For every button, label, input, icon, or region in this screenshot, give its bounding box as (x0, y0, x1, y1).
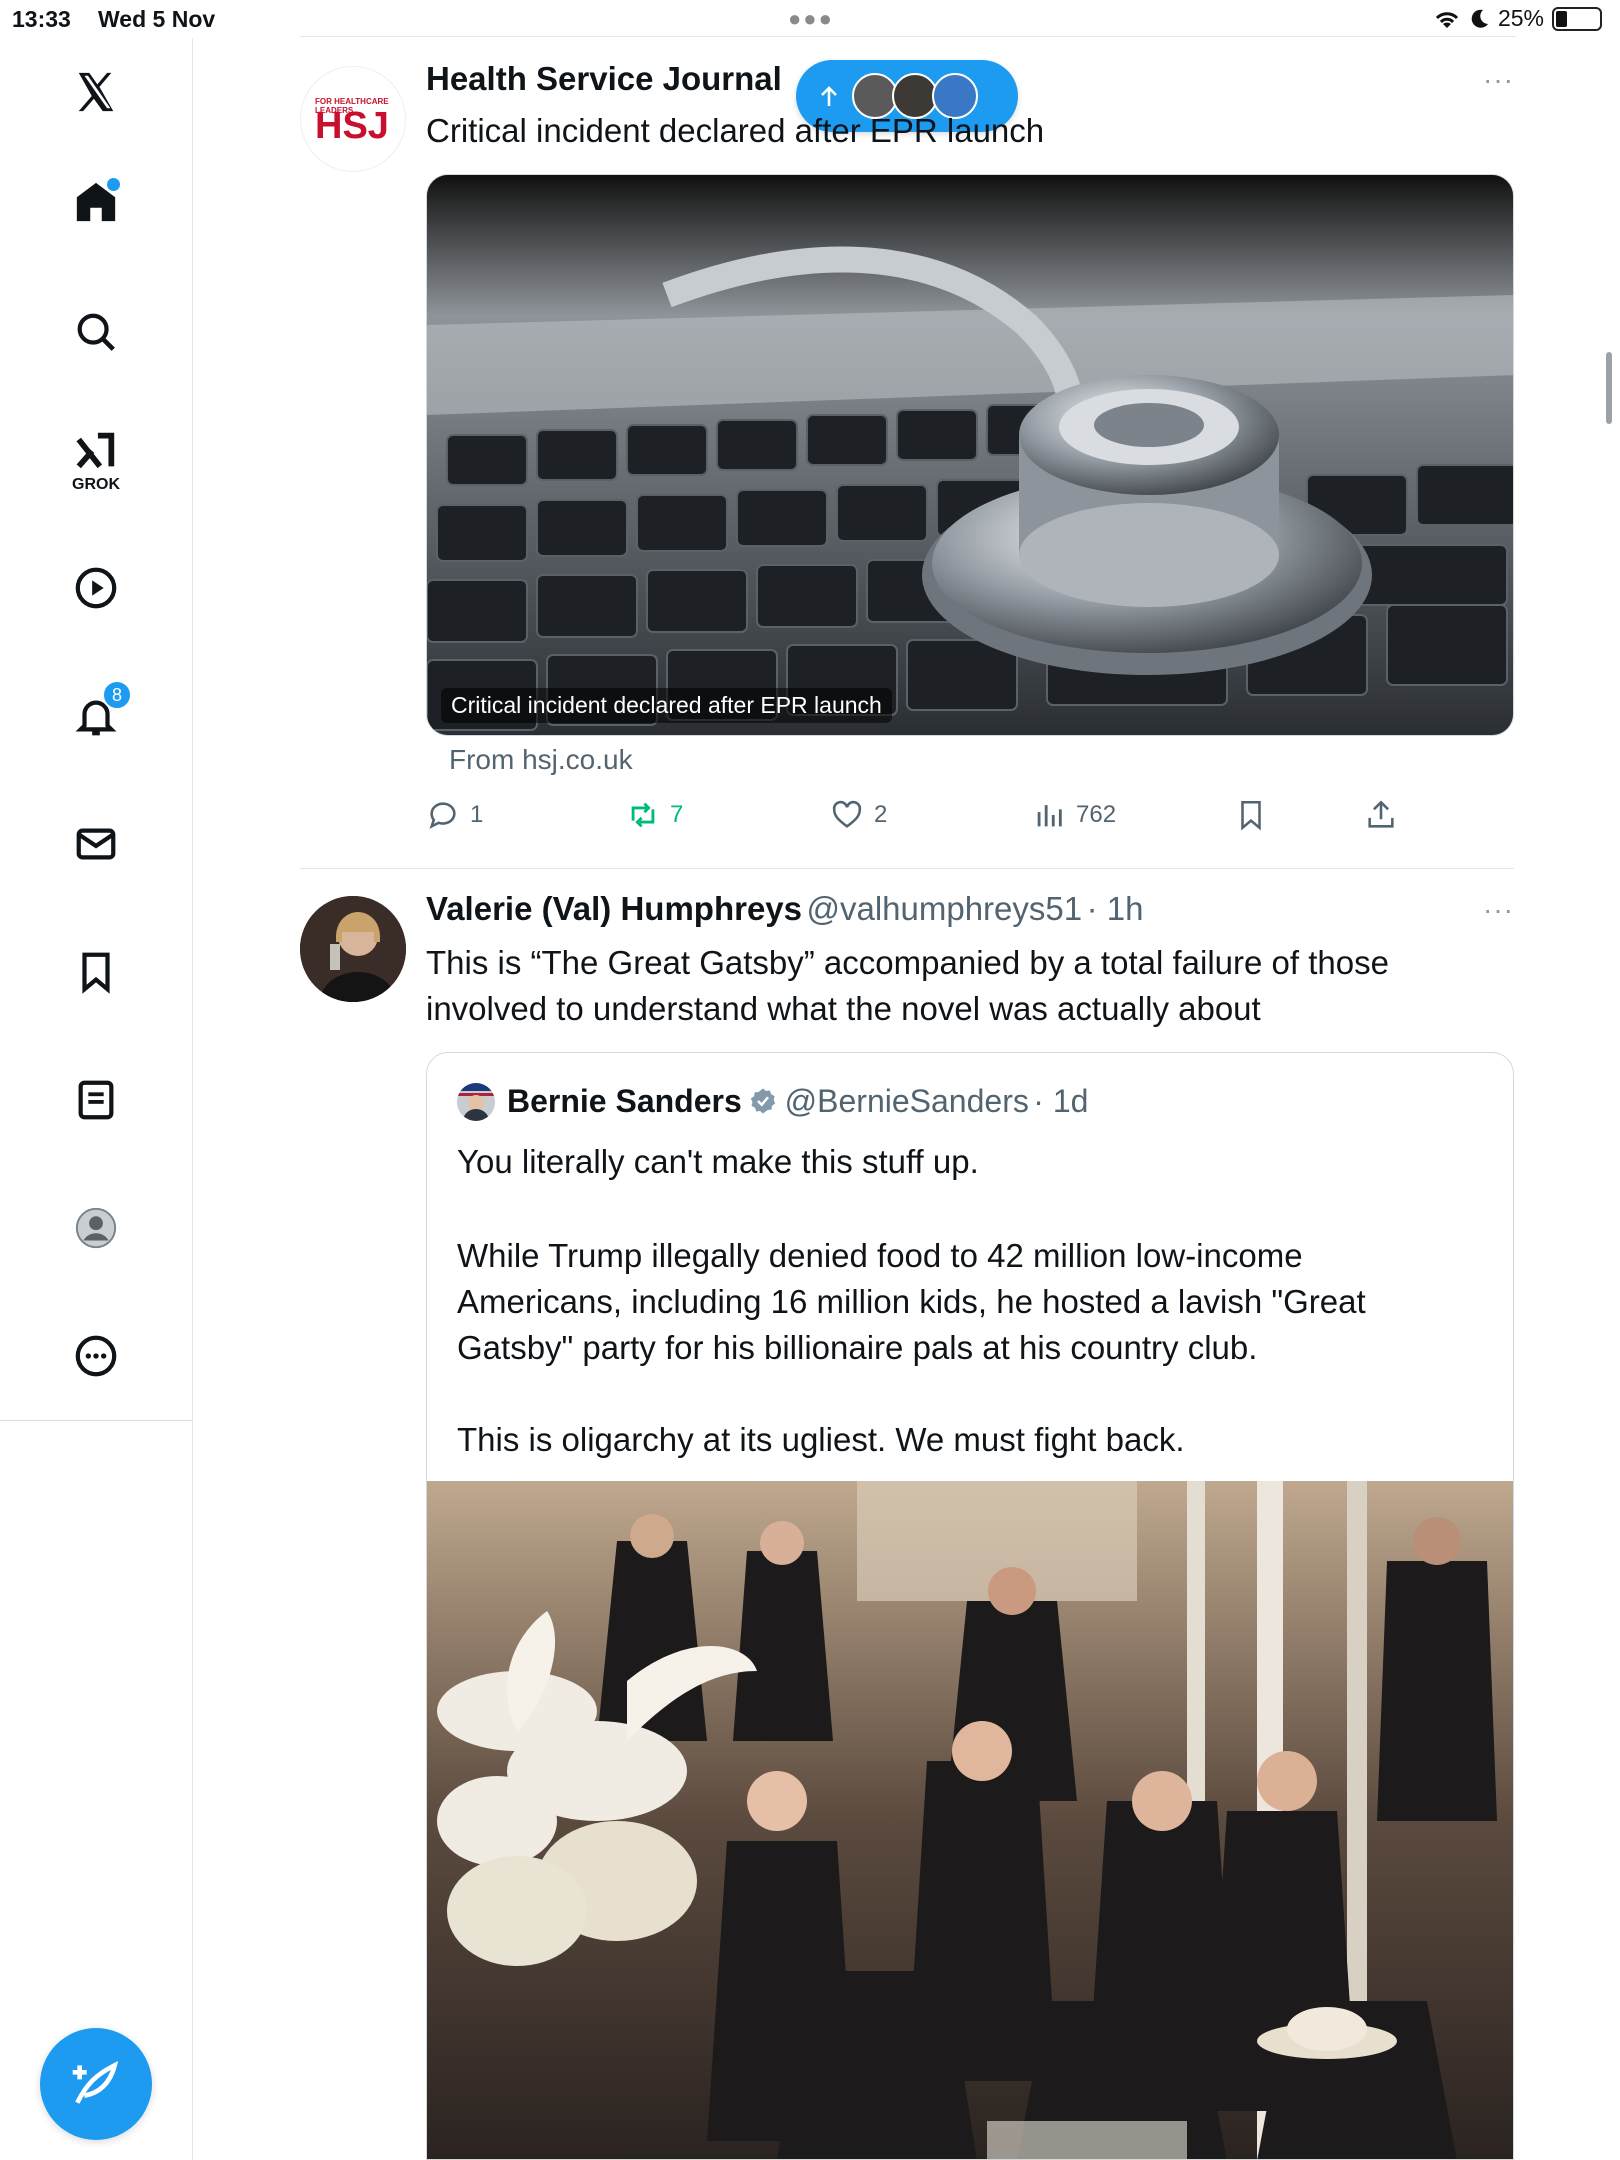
compose-post-button[interactable] (40, 2028, 152, 2140)
quoted-text-paragraph3: This is oligarchy at its ugliest. We mus… (457, 1421, 1185, 1458)
arrow-up-icon (821, 86, 837, 106)
views-button[interactable]: 762 (1032, 798, 1116, 832)
quoted-post-time[interactable]: · 1d (1033, 1083, 1088, 1119)
home-unread-dot (107, 178, 120, 191)
stethoscope-keyboard-image (427, 175, 1513, 735)
home-icon[interactable] (66, 172, 126, 232)
status-date: Wed 5 Nov (98, 6, 216, 32)
battery-percent: 25% (1497, 5, 1544, 31)
messages-envelope-icon[interactable] (66, 814, 126, 874)
status-time: 13:33 (12, 6, 71, 32)
profile-avatar-icon[interactable] (66, 1198, 126, 1258)
reply-count: 1 (470, 801, 484, 828)
search-icon[interactable] (66, 302, 126, 362)
like-button[interactable]: 2 (830, 798, 887, 832)
sidebar-divider (0, 1420, 193, 1421)
status-bar: 13:33 Wed 5 Nov ●●● 25% (0, 0, 1620, 38)
share-button[interactable] (1364, 798, 1398, 832)
post-more-icon[interactable]: ··· (1483, 64, 1514, 96)
hsj-avatar[interactable]: FOR HEALTHCARE LEADERS HSJ (300, 66, 406, 172)
scrollbar-thumb[interactable] (1606, 352, 1612, 424)
reply-button[interactable]: 1 (426, 798, 483, 832)
quoted-party-photo[interactable] (427, 1481, 1513, 2159)
views-chart-icon (1037, 805, 1062, 827)
moon-icon (1471, 9, 1488, 28)
more-options-icon[interactable] (66, 1326, 126, 1386)
quoted-text-line1: You literally can't make this stuff up. (457, 1143, 979, 1180)
quoted-author-handle[interactable]: @BernieSanders (785, 1083, 1029, 1119)
view-count: 762 (1076, 801, 1117, 828)
link-card-image[interactable]: Critical incident declared after EPR lau… (426, 174, 1514, 736)
post-more-icon[interactable]: ··· (1483, 894, 1514, 926)
reply-icon (429, 802, 456, 829)
post-actions: 1 7 2 762 (426, 798, 1426, 838)
grok-label: GROK (72, 476, 120, 493)
hsj-logo: HSJ (315, 105, 389, 147)
post-author-handle[interactable]: @valhumphreys51 (806, 890, 1082, 927)
link-card-caption: Critical incident declared after EPR lau… (441, 688, 892, 723)
link-source[interactable]: From hsj.co.uk (449, 744, 633, 776)
bernie-sanders-avatar (457, 1083, 495, 1121)
wifi-icon (1435, 11, 1459, 28)
quoted-post-header: Bernie Sanders @BernieSanders · 1d (507, 1083, 1088, 1120)
notifications-bell-icon[interactable]: 8 (66, 680, 132, 746)
quoted-author-name[interactable]: Bernie Sanders (507, 1083, 742, 1119)
quoted-text-paragraph2: While Trump illegally denied food to 42 … (457, 1237, 1366, 1366)
heart-icon (832, 800, 862, 828)
like-count: 2 (874, 801, 888, 828)
status-right: 25% (1432, 5, 1602, 32)
verified-badge-icon (751, 1088, 776, 1114)
battery-icon (1552, 6, 1602, 31)
grok-icon[interactable]: GROK (66, 428, 126, 493)
post-author-name[interactable]: Health Service Journal (426, 60, 782, 98)
top-divider (300, 36, 1516, 37)
lists-icon[interactable] (66, 1070, 126, 1130)
post2-header: Valerie (Val) Humphreys @valhumphreys51 … (426, 890, 1143, 928)
bookmark-button[interactable] (1234, 798, 1268, 832)
post-text: Critical incident declared after EPR lau… (426, 112, 1045, 149)
post-time[interactable]: · 1h (1087, 890, 1144, 927)
video-icon[interactable] (66, 558, 126, 618)
avatar-photo (300, 896, 406, 1002)
post-divider (300, 868, 1514, 869)
multitasking-dots-icon[interactable]: ●●● (788, 6, 834, 32)
notifications-badge: 8 (102, 680, 132, 710)
repost-icon (631, 802, 655, 828)
val-humphreys-avatar[interactable] (300, 896, 406, 1002)
x-logo-icon[interactable] (66, 62, 126, 122)
gatsby-party-image (427, 1481, 1513, 2159)
quoted-post[interactable]: Bernie Sanders @BernieSanders · 1d You l… (426, 1052, 1514, 2160)
post-text: This is “The Great Gatsby” accompanied b… (426, 944, 1389, 1027)
sidebar: GROK 8 (0, 38, 193, 2160)
post-author-name[interactable]: Valerie (Val) Humphreys (426, 890, 802, 927)
bookmark-icon (1241, 800, 1261, 831)
share-upload-icon (1368, 800, 1394, 828)
repost-button[interactable]: 7 (626, 798, 683, 832)
repost-count: 7 (670, 801, 684, 828)
bookmarks-icon[interactable] (66, 942, 126, 1002)
compose-feather-icon (72, 2060, 119, 2104)
